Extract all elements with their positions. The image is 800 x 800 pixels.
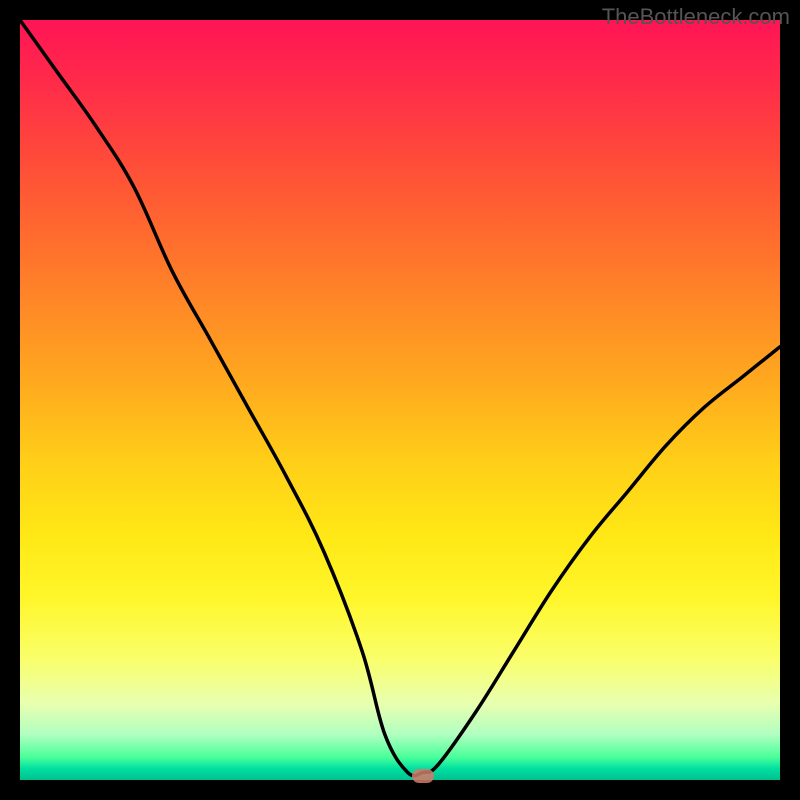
optimal-point-marker: [412, 769, 434, 783]
chart-plot-area: [20, 20, 780, 780]
bottleneck-curve: [20, 20, 780, 780]
watermark-label: TheBottleneck.com: [602, 4, 790, 30]
